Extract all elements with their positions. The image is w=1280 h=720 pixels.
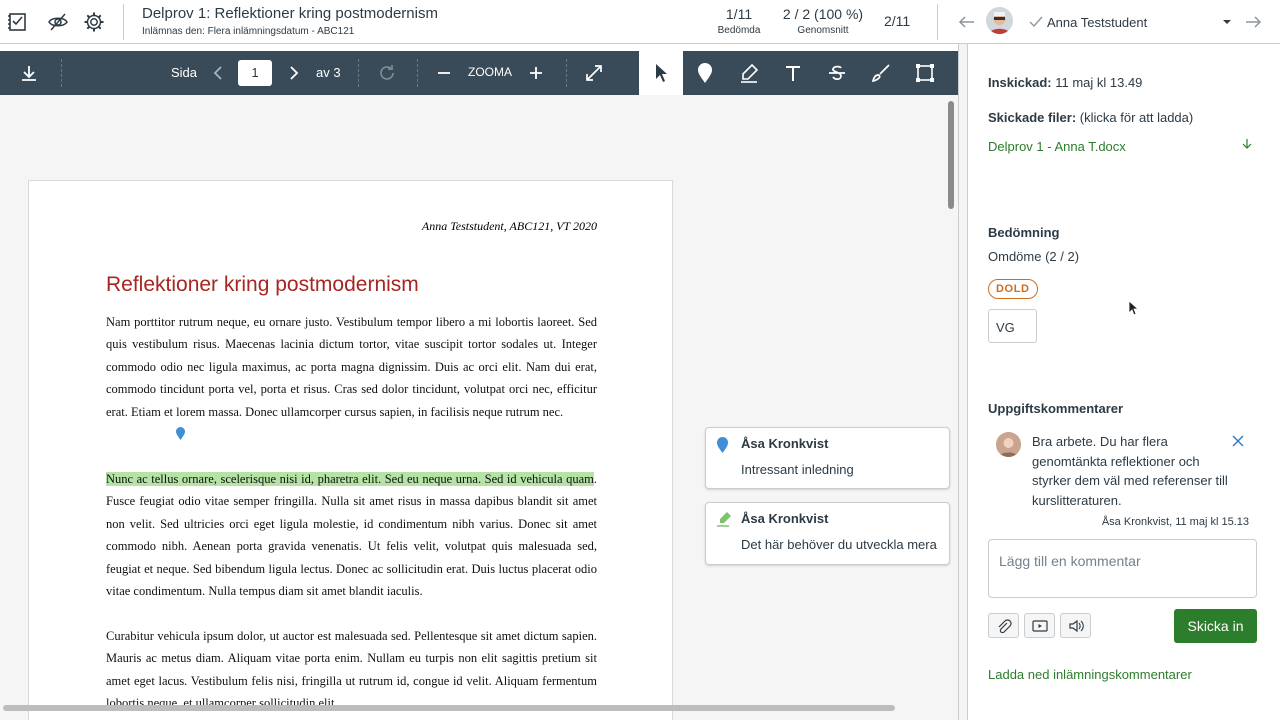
video-icon [1031, 619, 1048, 632]
annotation-toolbar: Sida 1 av 3 ZOOMA [0, 51, 958, 95]
paragraph-2-text: . Fusce feugiat odio vitae semper fringi… [106, 472, 597, 599]
highlight-icon[interactable] [738, 61, 760, 85]
grade-input[interactable]: VG [988, 309, 1037, 343]
grading-sidebar: Inskickad: 11 maj kl 13.49 Skickade file… [968, 44, 1280, 720]
next-page-icon[interactable] [284, 61, 304, 85]
toolbar-divider [566, 59, 567, 87]
check-icon [1024, 10, 1048, 34]
student-avatar [986, 7, 1013, 34]
grading-heading: Bedömning [988, 225, 1060, 240]
select-tool[interactable] [639, 51, 683, 95]
next-student-icon[interactable] [1241, 10, 1265, 34]
download-icon[interactable] [17, 61, 41, 85]
area-annotation-icon[interactable] [914, 61, 936, 85]
freehand-icon[interactable] [870, 61, 892, 85]
annotation-text: Intressant inledning [741, 462, 854, 477]
average-score-label: Genomsnitt [797, 25, 849, 36]
paragraph-3: Curabitur vehicula ipsum dolor, ut aucto… [106, 629, 597, 711]
speaker-icon [1068, 619, 1084, 632]
assignment-subtitle: Inlämnas den: Flera inlämningsdatum - AB… [142, 26, 355, 37]
panel-resize-handle[interactable] [958, 44, 968, 720]
top-header: Delprov 1: Reflektioner kring postmodern… [0, 0, 1280, 44]
header-divider [123, 4, 124, 40]
strikeout-icon[interactable] [826, 61, 848, 85]
scrollbar-thumb[interactable] [948, 101, 954, 209]
previous-student-icon[interactable] [955, 10, 979, 34]
toolbar-divider [358, 59, 359, 87]
comment-meta: Åsa Kronkvist, 11 maj kl 15.13 [1101, 516, 1249, 528]
highlighted-text[interactable]: Nunc ac tellus ornare, scelerisque nisi … [106, 472, 594, 486]
student-position: 2/11 [884, 13, 911, 29]
comments-heading: Uppgiftskommentarer [988, 401, 1124, 416]
header-divider [937, 4, 938, 40]
previous-page-icon[interactable] [208, 61, 228, 85]
average-score: 2 / 2 (100 %) Genomsnitt [780, 6, 866, 36]
document-page[interactable]: Anna Teststudent, ABC121, VT 2020 Reflek… [28, 180, 673, 720]
assignment-title[interactable]: Delprov 1: Reflektioner kring postmodern… [142, 5, 438, 22]
files-hint: (klicka för att ladda) [1079, 110, 1194, 125]
chevron-down-icon[interactable] [1215, 10, 1239, 34]
comment-input[interactable]: Lägg till en kommentar [988, 539, 1257, 598]
paragraph-1: Nam porttitor rutrum neque, eu ornare ju… [106, 315, 597, 419]
toolbar-divider [61, 59, 62, 87]
vertical-scrollbar[interactable] [945, 97, 957, 715]
grading-detail: Omdöme (2 / 2) [988, 249, 1080, 264]
media-comment-button[interactable] [1024, 613, 1055, 638]
submit-comment-button[interactable]: Skicka in [1174, 609, 1257, 643]
delete-comment-icon[interactable] [1232, 434, 1244, 452]
document-viewer[interactable]: Anna Teststudent, ABC121, VT 2020 Reflek… [0, 95, 958, 720]
hidden-status-badge: DOLD [988, 279, 1038, 299]
gear-icon[interactable] [82, 10, 106, 34]
submitted-file-link[interactable]: Delprov 1 - Anna T.docx [988, 139, 1126, 154]
download-comments-link[interactable]: Ladda ned inlämningskommentarer [988, 667, 1192, 682]
highlighter-icon [716, 511, 732, 532]
files-label: Skickade filer: [988, 110, 1077, 125]
document-header: Anna Teststudent, ABC121, VT 2020 [421, 219, 597, 233]
annotation-card[interactable]: Åsa Kronkvist Intressant inledning [705, 427, 950, 489]
zoom-in-icon[interactable] [526, 61, 546, 85]
rotate-icon[interactable] [375, 61, 399, 85]
download-file-icon[interactable] [1242, 137, 1252, 155]
submitted-info: Inskickad: 11 maj kl 13.49 [988, 75, 1142, 90]
fullscreen-icon[interactable] [583, 61, 605, 85]
paragraph-2: Nunc ac tellus ornare, scelerisque nisi … [106, 468, 597, 602]
graded-count-value: 1/11 [725, 6, 753, 22]
audio-comment-button[interactable] [1060, 613, 1091, 638]
pin-icon [716, 436, 729, 459]
student-selector[interactable]: Anna Teststudent [1047, 15, 1147, 30]
toolbar-divider [417, 59, 418, 87]
files-info: Skickade filer: (klicka för att ladda) [988, 110, 1193, 125]
annotation-text: Det här behöver du utveckla mera [741, 537, 937, 552]
graded-count-label: Bedömda [717, 25, 761, 36]
page-total: av 3 [316, 65, 341, 80]
annotation-card[interactable]: Åsa Kronkvist Det här behöver du utveckl… [705, 502, 950, 565]
average-score-value: 2 / 2 (100 %) [782, 6, 864, 22]
annotation-author: Åsa Kronkvist [741, 436, 829, 451]
horizontal-scrollbar[interactable] [0, 703, 900, 713]
paperclip-icon [998, 618, 1012, 633]
cursor-icon [651, 61, 671, 85]
gradebook-icon[interactable] [6, 10, 30, 34]
page-number-input[interactable]: 1 [238, 60, 272, 86]
graded-count: 1/11 Bedömda [712, 6, 766, 36]
annotation-author: Åsa Kronkvist [741, 511, 829, 526]
pin-icon[interactable] [175, 426, 186, 446]
comment-text: Bra arbete. Du har flera genomtänkta ref… [1032, 434, 1228, 508]
scrollbar-thumb[interactable] [3, 705, 895, 711]
commenter-avatar [996, 432, 1021, 457]
submitted-value: 11 maj kl 13.49 [1055, 75, 1143, 90]
point-annotation-icon[interactable] [694, 61, 716, 85]
page-label: Sida [171, 65, 198, 80]
zoom-out-icon[interactable] [434, 61, 454, 85]
document-title: Reflektioner kring postmodernism [106, 273, 419, 296]
mouse-cursor-icon [1128, 300, 1140, 321]
submitted-label: Inskickad: [988, 75, 1052, 90]
text-tool-icon[interactable] [782, 61, 804, 85]
attach-file-button[interactable] [988, 613, 1019, 638]
hide-names-icon[interactable] [46, 10, 70, 34]
zoom-label: ZOOMA [468, 65, 512, 79]
